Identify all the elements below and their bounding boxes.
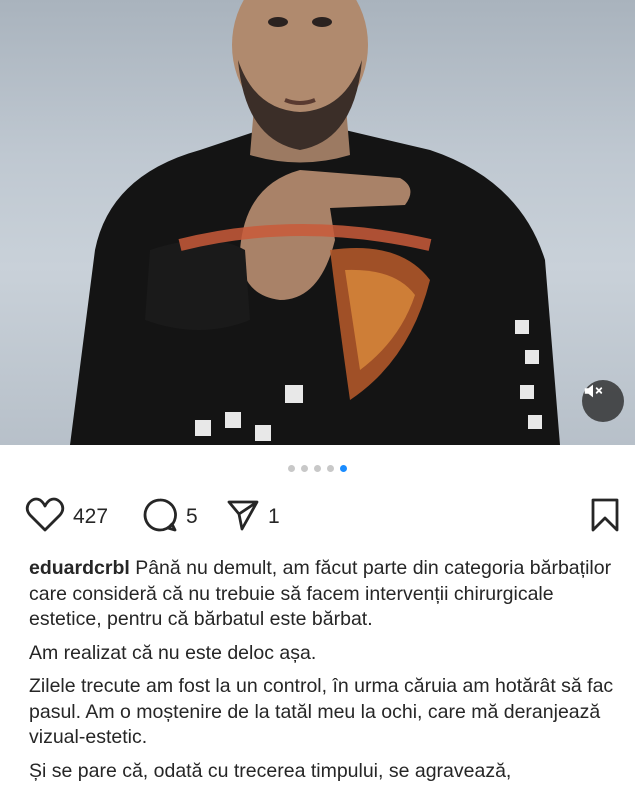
caption-paragraph: Am realizat că nu este deloc așa. [29, 641, 317, 664]
carousel-indicator [0, 465, 635, 472]
carousel-dot [314, 465, 321, 472]
post-caption: eduardcrbl Până nu demult, am făcut part… [29, 556, 619, 792]
carousel-dot [301, 465, 308, 472]
like-button[interactable]: 427 [25, 497, 108, 537]
carousel-dot [288, 465, 295, 472]
share-count: 1 [268, 505, 280, 528]
like-count: 427 [73, 505, 109, 528]
share-button[interactable]: 1 [226, 497, 280, 537]
save-button[interactable] [590, 497, 620, 537]
comment-icon [142, 497, 178, 538]
caption-paragraph: Și se pare că, odată cu trecerea timpulu… [29, 759, 512, 782]
comment-button[interactable]: 5 [142, 497, 198, 537]
username-link[interactable]: eduardcrbl [29, 557, 130, 579]
carousel-dot [327, 465, 334, 472]
mute-toggle-button[interactable] [582, 380, 624, 422]
post-action-bar: 427 5 1 [0, 497, 635, 537]
video-frame-illustration [70, 0, 560, 445]
comment-count: 5 [186, 505, 198, 528]
heart-icon [25, 497, 65, 538]
send-icon [226, 498, 260, 537]
bookmark-icon [590, 497, 620, 538]
post-media-video[interactable] [0, 0, 635, 445]
caption-paragraph: eduardcrbl Până nu demult, am făcut part… [29, 556, 619, 633]
caption-paragraph: Zilele trecute am fost la un control, în… [29, 675, 614, 748]
carousel-dot-active [340, 465, 347, 472]
